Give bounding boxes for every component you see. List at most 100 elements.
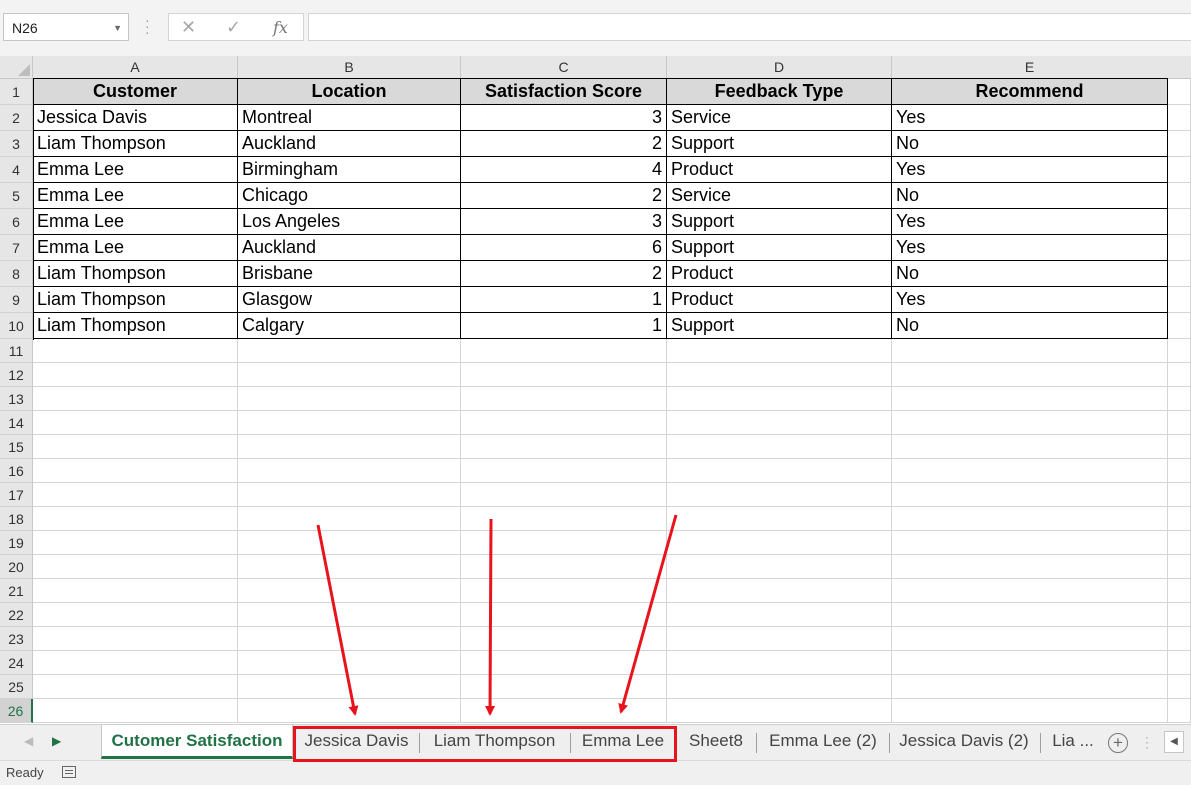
empty-cell[interactable] xyxy=(238,459,461,483)
empty-cell[interactable] xyxy=(461,363,667,387)
empty-cell[interactable] xyxy=(1168,105,1191,131)
row-header-7[interactable]: 7 xyxy=(0,235,33,261)
row-header-17[interactable]: 17 xyxy=(0,483,33,507)
empty-cell[interactable] xyxy=(667,411,892,435)
empty-cell[interactable] xyxy=(1168,459,1191,483)
table-cell[interactable]: No xyxy=(892,131,1168,157)
row-header-23[interactable]: 23 xyxy=(0,627,33,651)
empty-cell[interactable] xyxy=(892,363,1168,387)
empty-cell[interactable] xyxy=(667,651,892,675)
empty-cell[interactable] xyxy=(33,435,238,459)
empty-cell[interactable] xyxy=(1168,651,1191,675)
empty-cell[interactable] xyxy=(238,363,461,387)
empty-cell[interactable] xyxy=(892,555,1168,579)
table-cell[interactable]: 2 xyxy=(461,261,667,287)
empty-cell[interactable] xyxy=(667,531,892,555)
row-header-5[interactable]: 5 xyxy=(0,183,33,209)
empty-cell[interactable] xyxy=(461,627,667,651)
empty-cell[interactable] xyxy=(461,555,667,579)
tab-jessica-davis[interactable]: Jessica Davis xyxy=(296,725,417,759)
insert-function-icon[interactable]: fx xyxy=(273,18,288,37)
table-cell[interactable]: Service xyxy=(667,105,892,131)
empty-cell[interactable] xyxy=(1168,363,1191,387)
empty-cell[interactable] xyxy=(33,579,238,603)
table-cell[interactable]: Liam Thompson xyxy=(33,261,238,287)
empty-cell[interactable] xyxy=(667,627,892,651)
empty-cell[interactable] xyxy=(238,555,461,579)
empty-cell[interactable] xyxy=(238,651,461,675)
table-cell[interactable]: 1 xyxy=(461,313,667,339)
empty-cell[interactable] xyxy=(1168,387,1191,411)
empty-cell[interactable] xyxy=(33,387,238,411)
empty-cell[interactable] xyxy=(461,339,667,363)
table-cell[interactable]: Emma Lee xyxy=(33,209,238,235)
empty-cell[interactable] xyxy=(667,555,892,579)
table-cell[interactable]: 2 xyxy=(461,183,667,209)
empty-cell[interactable] xyxy=(461,387,667,411)
empty-cell[interactable] xyxy=(1168,435,1191,459)
table-header-cell[interactable]: Customer xyxy=(33,79,238,105)
table-cell[interactable]: Calgary xyxy=(238,313,461,339)
row-header-24[interactable]: 24 xyxy=(0,651,33,675)
table-cell[interactable]: Yes xyxy=(892,235,1168,261)
empty-cell[interactable] xyxy=(667,339,892,363)
tab-liam-thompson[interactable]: Liam Thompson xyxy=(422,725,567,759)
row-header-12[interactable]: 12 xyxy=(0,363,33,387)
table-cell[interactable]: Brisbane xyxy=(238,261,461,287)
table-cell[interactable]: Yes xyxy=(892,287,1168,313)
row-header-9[interactable]: 9 xyxy=(0,287,33,313)
table-cell[interactable]: Los Angeles xyxy=(238,209,461,235)
empty-cell[interactable] xyxy=(33,483,238,507)
empty-cell[interactable] xyxy=(667,699,892,723)
table-cell[interactable]: Emma Lee xyxy=(33,235,238,261)
row-header-10[interactable]: 10 xyxy=(0,313,33,339)
empty-cell[interactable] xyxy=(238,411,461,435)
empty-cell[interactable] xyxy=(1168,79,1191,105)
empty-cell[interactable] xyxy=(1168,507,1191,531)
empty-cell[interactable] xyxy=(892,531,1168,555)
empty-cell[interactable] xyxy=(461,459,667,483)
empty-cell[interactable] xyxy=(238,507,461,531)
table-cell[interactable]: 4 xyxy=(461,157,667,183)
empty-cell[interactable] xyxy=(892,603,1168,627)
empty-cell[interactable] xyxy=(1168,699,1191,723)
empty-cell[interactable] xyxy=(892,411,1168,435)
row-header-22[interactable]: 22 xyxy=(0,603,33,627)
table-cell[interactable]: No xyxy=(892,183,1168,209)
table-cell[interactable]: 1 xyxy=(461,287,667,313)
check-icon[interactable]: ✓ xyxy=(226,17,241,38)
empty-cell[interactable] xyxy=(1168,603,1191,627)
scroll-tabs-left-icon[interactable]: ◀ xyxy=(24,734,33,748)
table-header-cell[interactable]: Location xyxy=(238,79,461,105)
empty-cell[interactable] xyxy=(667,603,892,627)
column-header-e[interactable]: E xyxy=(892,56,1168,79)
empty-cell[interactable] xyxy=(238,387,461,411)
table-cell[interactable]: Jessica Davis xyxy=(33,105,238,131)
table-cell[interactable]: Support xyxy=(667,209,892,235)
column-header-f[interactable] xyxy=(1167,56,1191,79)
empty-cell[interactable] xyxy=(33,411,238,435)
empty-cell[interactable] xyxy=(1168,209,1191,235)
name-box[interactable]: N26 ▼ xyxy=(3,13,129,41)
row-header-6[interactable]: 6 xyxy=(0,209,33,235)
empty-cell[interactable] xyxy=(33,627,238,651)
table-cell[interactable]: Emma Lee xyxy=(33,183,238,209)
empty-cell[interactable] xyxy=(1168,313,1191,339)
select-all-button[interactable] xyxy=(0,56,33,79)
empty-cell[interactable] xyxy=(461,483,667,507)
table-cell[interactable]: Yes xyxy=(892,209,1168,235)
table-cell[interactable]: Service xyxy=(667,183,892,209)
empty-cell[interactable] xyxy=(1168,131,1191,157)
table-header-cell[interactable]: Feedback Type xyxy=(667,79,892,105)
empty-cell[interactable] xyxy=(238,435,461,459)
empty-cell[interactable] xyxy=(667,363,892,387)
column-header-b[interactable]: B xyxy=(238,56,461,79)
cancel-icon[interactable]: ✕ xyxy=(181,17,196,38)
empty-cell[interactable] xyxy=(238,531,461,555)
empty-cell[interactable] xyxy=(33,363,238,387)
empty-cell[interactable] xyxy=(33,675,238,699)
empty-cell[interactable] xyxy=(1168,157,1191,183)
empty-cell[interactable] xyxy=(461,699,667,723)
empty-cell[interactable] xyxy=(1168,531,1191,555)
empty-cell[interactable] xyxy=(667,483,892,507)
